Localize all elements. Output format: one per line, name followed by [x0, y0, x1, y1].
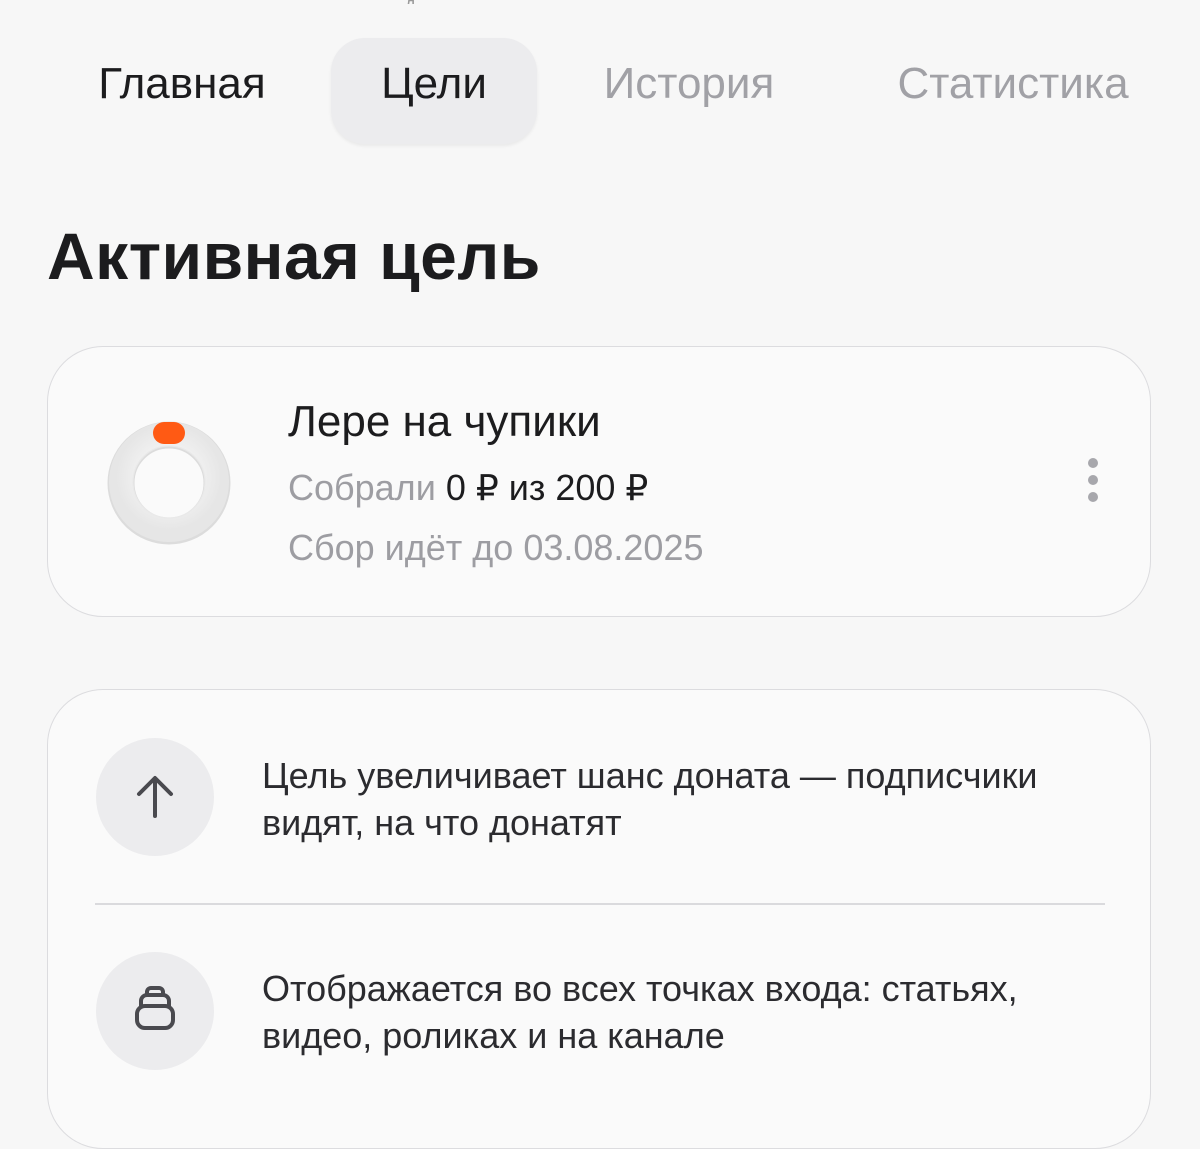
section-title: Активная цель: [47, 219, 541, 293]
more-vertical-icon[interactable]: [1068, 451, 1118, 511]
progress-marker: [153, 422, 185, 444]
tab-history[interactable]: История: [572, 38, 806, 144]
goal-deadline: Сбор идёт до 03.08.2025: [288, 527, 704, 568]
stack-icon: [96, 952, 214, 1070]
goal-progress-ring: [106, 419, 232, 545]
active-goal-card[interactable]: Лере на чупики Собрали 0 ₽ из 200 ₽ Сбор…: [47, 346, 1151, 617]
goal-progress: Собрали 0 ₽ из 200 ₽: [288, 467, 648, 509]
progress-ring-icon: [107, 421, 231, 545]
info-card: Цель увеличивает шанс доната — подписчик…: [47, 689, 1151, 1149]
top-cut-text: д: [405, 0, 435, 4]
divider: [95, 903, 1105, 905]
tab-main[interactable]: Главная: [62, 38, 302, 144]
goal-title: Лере на чупики: [288, 397, 601, 446]
tab-goals[interactable]: Цели: [331, 38, 537, 144]
arrow-up-icon: [96, 738, 214, 856]
tab-statistics[interactable]: Статистика: [870, 38, 1156, 144]
tab-bar: Главная Цели История Статистика: [0, 38, 1200, 146]
goal-progress-value: 0 ₽ из 200 ₽: [445, 467, 649, 508]
info-text-entry-points: Отображается во всех точках входа: стать…: [262, 968, 1018, 1056]
info-text-chance: Цель увеличивает шанс доната — подписчик…: [262, 755, 1038, 843]
goal-progress-label: Собрали: [288, 467, 436, 508]
